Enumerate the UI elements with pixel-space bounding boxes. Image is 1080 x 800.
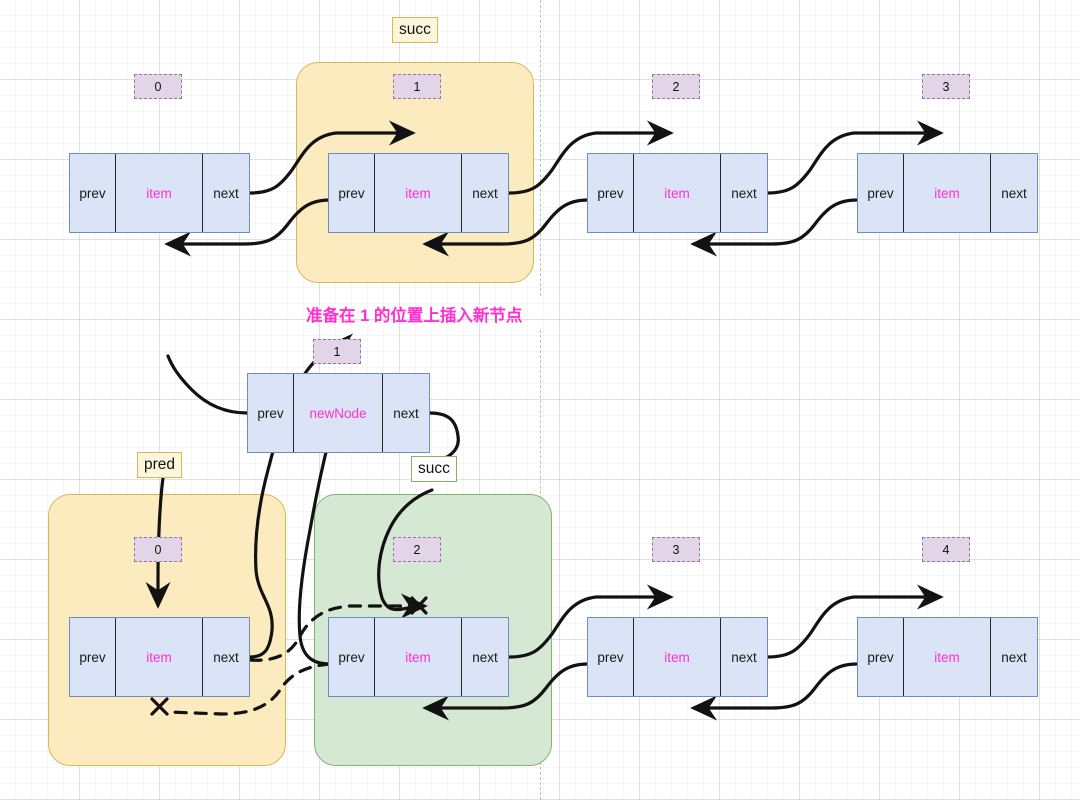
cell-item: item [116, 618, 203, 696]
node-new[interactable]: prev newNode next [247, 373, 430, 453]
index-badge-label: 0 [154, 542, 162, 557]
cell-prev: prev [248, 374, 294, 452]
index-badge-top-2: 2 [652, 74, 700, 99]
cell-prev: prev [588, 618, 634, 696]
index-badge-label: 4 [942, 542, 950, 557]
index-badge-label: 0 [154, 79, 162, 94]
pointer-label-pred: pred [137, 452, 183, 478]
cell-item: item [904, 618, 991, 696]
cell-next: next [1001, 185, 1027, 201]
index-badge-top-3: 3 [922, 74, 970, 99]
diagram-canvas: 0 prev item next succ 1 prev item next 2… [0, 0, 1080, 800]
pointer-label-text: pred [144, 456, 176, 473]
cell-item: item [634, 618, 721, 696]
cell-item: item [375, 154, 462, 232]
node-bottom-3[interactable]: prev item next [587, 617, 768, 697]
node-bottom-2[interactable]: prev item next [328, 617, 509, 697]
cell-next: next [393, 405, 419, 421]
cell-next: next [213, 185, 239, 201]
node-top-3[interactable]: prev item next [857, 153, 1038, 233]
cell-prev: prev [70, 154, 116, 232]
node-bottom-0[interactable]: prev item next [69, 617, 250, 697]
index-badge-bottom-4: 4 [922, 537, 970, 562]
index-badge-label: 1 [333, 344, 341, 359]
index-badge-newnode: 1 [313, 339, 361, 364]
pointer-label-text: succ [399, 21, 431, 38]
cell-prev: prev [329, 154, 375, 232]
node-top-2[interactable]: prev item next [587, 153, 768, 233]
index-badge-bottom-2: 2 [393, 537, 441, 562]
vertical-divider-top [540, 0, 541, 296]
cell-next: next [472, 185, 498, 201]
node-top-1[interactable]: prev item next [328, 153, 509, 233]
index-badge-label: 1 [413, 79, 421, 94]
index-badge-label: 2 [672, 79, 680, 94]
cell-next: next [472, 649, 498, 665]
cell-item: item [904, 154, 991, 232]
cell-next: next [213, 649, 239, 665]
cell-next: next [1001, 649, 1027, 665]
node-bottom-4[interactable]: prev item next [857, 617, 1038, 697]
cell-prev: prev [858, 154, 904, 232]
cell-prev: prev [858, 618, 904, 696]
index-badge-label: 3 [672, 542, 680, 557]
cell-prev: prev [329, 618, 375, 696]
cell-next: next [731, 185, 757, 201]
index-badge-bottom-0: 0 [134, 537, 182, 562]
pointer-label-text: succ [418, 460, 450, 477]
index-badge-label: 3 [942, 79, 950, 94]
cell-prev: prev [70, 618, 116, 696]
cell-item: item [375, 618, 462, 696]
cell-next: next [731, 649, 757, 665]
index-badge-top-1: 1 [393, 74, 441, 99]
cell-prev: prev [588, 154, 634, 232]
index-badge-top-0: 0 [134, 74, 182, 99]
index-badge-bottom-3: 3 [652, 537, 700, 562]
cell-item: item [116, 154, 203, 232]
caption-text: 准备在 1 的位置上插入新节点 [306, 307, 523, 325]
cell-item: item [634, 154, 721, 232]
cell-item-newnode: newNode [294, 374, 383, 452]
node-top-0[interactable]: prev item next [69, 153, 250, 233]
index-badge-label: 2 [413, 542, 421, 557]
pointer-label-succ-top: succ [392, 17, 438, 43]
pointer-label-succ-bottom: succ [411, 456, 457, 482]
